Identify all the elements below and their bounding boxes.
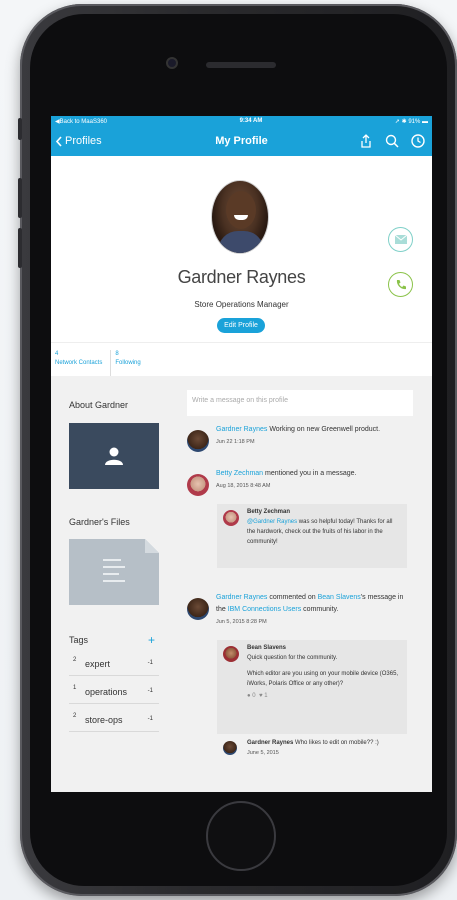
share-icon[interactable] — [358, 133, 374, 149]
nav-actions — [358, 133, 426, 149]
home-button[interactable] — [206, 801, 276, 871]
mention-link[interactable]: @Gardner Raynes — [247, 519, 297, 525]
earpiece-speaker — [206, 62, 276, 68]
call-button[interactable] — [388, 272, 413, 297]
profile-message-input[interactable]: Write a message on this profile — [187, 390, 413, 416]
tags-heading: Tags — [69, 635, 89, 645]
author-link[interactable]: Betty Zechman — [216, 470, 263, 477]
tag-row[interactable]: 2 expert -1 — [69, 654, 159, 676]
back-to-app[interactable]: ◀Back to MaaS360 — [55, 118, 107, 125]
profile-job-title: Store Operations Manager — [194, 300, 289, 309]
search-icon[interactable] — [384, 133, 400, 149]
profile-stats: 4 Network Contacts 8 Following — [51, 342, 432, 376]
person-icon — [105, 447, 123, 465]
email-button[interactable] — [388, 227, 413, 252]
quoted-message: Bean Slavens Quick question for the comm… — [217, 640, 407, 734]
volume-down-button — [18, 228, 22, 268]
edit-profile-button[interactable]: Edit Profile — [217, 318, 265, 333]
chevron-left-icon — [56, 135, 62, 147]
avatar[interactable] — [187, 474, 209, 496]
like-icon[interactable]: ♥ — [259, 693, 263, 699]
tag-row[interactable]: 2 store-ops -1 — [69, 710, 159, 732]
back-label: Profiles — [65, 135, 102, 147]
author-link[interactable]: Gardner Raynes — [216, 426, 267, 433]
files-heading: Gardner's Files — [69, 517, 130, 527]
profile-content: About Gardner Gardner's Files Tags + 2 ex… — [51, 376, 432, 792]
clock-icon[interactable] — [410, 133, 426, 149]
mute-switch — [18, 118, 22, 140]
status-time: 9:34 AM — [239, 118, 263, 124]
files-card[interactable] — [69, 539, 159, 605]
profile-name: Gardner Raynes — [177, 267, 306, 287]
file-icon — [145, 539, 159, 553]
avatar[interactable] — [187, 430, 209, 452]
back-button[interactable]: Profiles — [51, 135, 102, 147]
app-screen: ◀Back to MaaS360 9:34 AM ➚ ✱ 91% ▬ Profi… — [51, 116, 432, 792]
stat-following[interactable]: 8 Following — [110, 350, 141, 376]
stat-network-contacts[interactable]: 4 Network Contacts — [55, 350, 102, 376]
nav-bar: Profiles My Profile — [51, 126, 432, 156]
reply: Gardner Raynes Who likes to edit on mobi… — [217, 738, 407, 768]
front-camera — [166, 57, 178, 69]
comment-icon[interactable]: ● — [247, 693, 251, 699]
volume-up-button — [18, 178, 22, 218]
tag-row[interactable]: 1 operations -1 — [69, 682, 159, 704]
user-link[interactable]: Bean Slavens — [318, 594, 361, 601]
add-tag-icon[interactable]: + — [148, 633, 155, 647]
avatar[interactable] — [187, 598, 209, 620]
author-link[interactable]: Gardner Raynes — [216, 594, 267, 601]
about-heading: About Gardner — [69, 400, 129, 410]
status-bar: ◀Back to MaaS360 9:34 AM ➚ ✱ 91% ▬ — [51, 116, 432, 126]
avatar[interactable] — [223, 646, 239, 662]
avatar — [211, 180, 269, 254]
profile-header: Gardner Raynes — [51, 156, 432, 342]
avatar[interactable] — [223, 510, 239, 526]
community-link[interactable]: IBM Connections Users — [228, 606, 302, 613]
avatar[interactable] — [223, 741, 237, 755]
phone-icon — [396, 279, 406, 289]
about-card[interactable] — [69, 423, 159, 489]
mail-icon — [394, 235, 407, 244]
quoted-message: Betty Zechman @Gardner Raynes was so hel… — [217, 504, 407, 568]
battery-status: ➚ ✱ 91% ▬ — [394, 118, 428, 125]
